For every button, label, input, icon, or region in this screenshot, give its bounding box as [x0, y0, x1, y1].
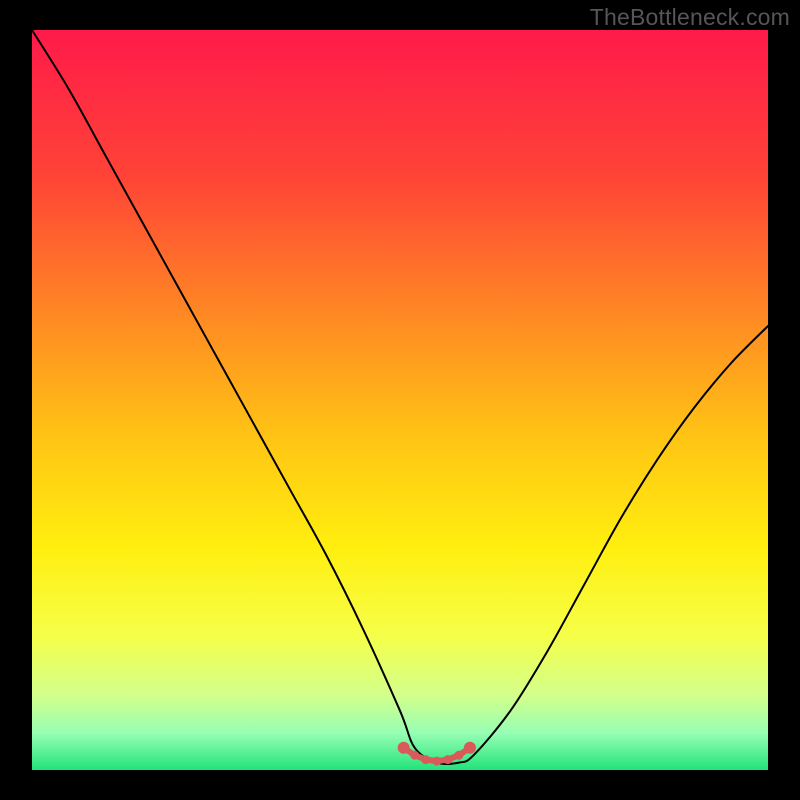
- valley-marker: [443, 755, 452, 764]
- valley-marker: [421, 755, 430, 764]
- valley-marker: [464, 742, 476, 754]
- watermark-text: TheBottleneck.com: [590, 4, 790, 31]
- gradient-background: [32, 30, 768, 770]
- valley-marker: [432, 757, 441, 766]
- chart-frame: TheBottleneck.com: [0, 0, 800, 800]
- valley-marker: [454, 751, 463, 760]
- chart-svg: [0, 0, 800, 800]
- valley-marker: [398, 742, 410, 754]
- valley-marker: [410, 751, 419, 760]
